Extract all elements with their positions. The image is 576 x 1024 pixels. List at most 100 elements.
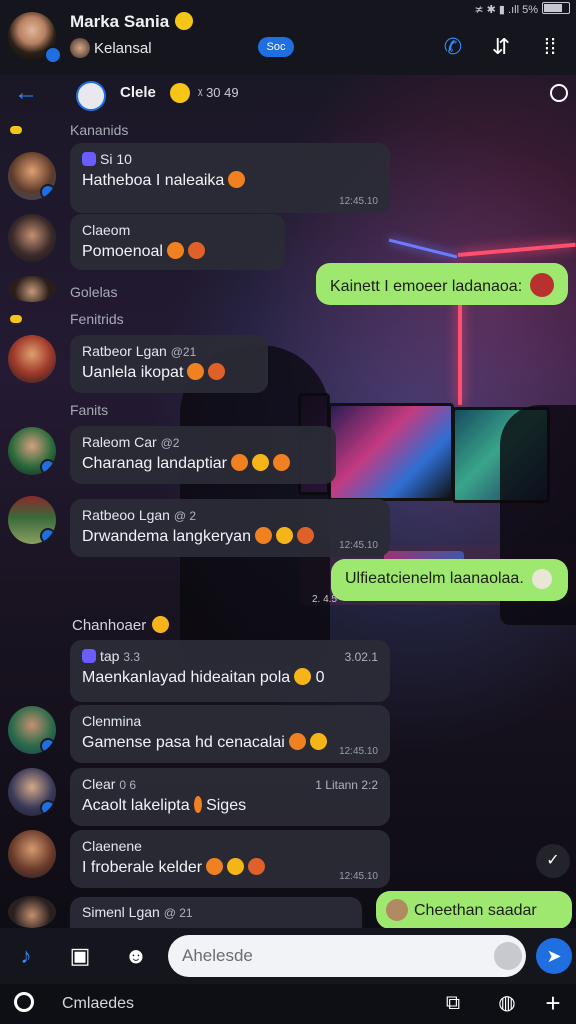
subtitle-avatar: [70, 38, 90, 58]
message-bubble[interactable]: Ratbeoo Lgan @ 2 Drwandema langkeryan 12…: [70, 499, 390, 557]
sticker-icon[interactable]: ▣: [64, 940, 96, 972]
status-bar: ≭ ✱ ▮ .ıll 5%: [474, 2, 570, 16]
outgoing-message[interactable]: Kainett I emoeer ladanaoa:: [316, 263, 568, 305]
badge-icon: [40, 184, 56, 200]
message-time: 2. 4.5: [312, 594, 338, 605]
back-arrow-icon[interactable]: ←: [14, 79, 38, 107]
send-icon[interactable]: ➤: [536, 938, 572, 974]
avatar[interactable]: [8, 496, 56, 544]
message-meta: @2: [160, 436, 180, 450]
outgoing-message[interactable]: Cheethan saadar: [376, 891, 572, 929]
message-text: Charanag landaptiar: [82, 454, 324, 473]
message-time: 12:45.10: [339, 540, 378, 551]
section-label: Fenitrids: [70, 311, 124, 327]
message-time: 3.02.1: [344, 650, 378, 664]
smile-emoji-icon: [170, 83, 190, 103]
message-bubble[interactable]: Claeom Pomoenoal: [70, 214, 285, 270]
messenger-badge-icon: [44, 46, 62, 64]
channel-extra: ᵡ 30 49: [198, 85, 239, 100]
emoji-face-icon[interactable]: ☻: [120, 940, 152, 972]
message-sender: Claenene: [82, 838, 142, 854]
message-text: Maenkanlayad hideaitan pola 0: [82, 668, 325, 686]
voice-icon[interactable]: [494, 942, 522, 970]
avatar[interactable]: [8, 427, 56, 475]
section-dot-icon: [10, 315, 22, 323]
avatar[interactable]: [8, 152, 56, 200]
avatar[interactable]: [8, 896, 56, 928]
message-text: Pomoenoal: [82, 242, 273, 261]
avatar[interactable]: [8, 830, 56, 878]
message-text: Uanlela ikopat: [82, 363, 256, 382]
message-meta: @ 21: [163, 906, 193, 920]
chat-icon[interactable]: ◍: [494, 990, 520, 1016]
emoji-icon: [166, 242, 184, 259]
composer-bar: ♪ ▣ ☻ ➤: [0, 928, 576, 984]
channel-bar: ← Clele ᵡ 30 49: [0, 75, 576, 113]
emoji-icon: [275, 527, 293, 544]
message-input[interactable]: [168, 935, 526, 977]
channel-name[interactable]: Clele: [120, 84, 156, 101]
emoji-icon: [228, 171, 246, 188]
section-label: Fanits: [70, 402, 109, 418]
battery-icon: [542, 2, 570, 14]
circle-icon[interactable]: [550, 84, 568, 102]
message-bubble[interactable]: Clenmina Gamense pasa hd cenacalai 12:45…: [70, 705, 390, 763]
badge-icon: [40, 459, 56, 475]
message-bubble[interactable]: Ratbeor Lgan @21 Uanlela ikopat: [70, 335, 268, 393]
message-text: Drwandema langkeryan: [82, 527, 378, 546]
message-text: Acaolt lakelipta Siges: [82, 796, 247, 814]
emoji-icon: [309, 733, 327, 750]
emoji-icon: [187, 242, 205, 259]
status-pill[interactable]: Soc: [258, 37, 294, 57]
gaming-sticker-icon: [530, 273, 555, 297]
message-bubble[interactable]: tap 3.3 3.02.1 Maenkanlayad hideaitan po…: [70, 640, 390, 702]
message-bubble[interactable]: Claenene I froberale kelder 12:45.10: [70, 830, 390, 888]
emoji-icon: [248, 858, 266, 875]
emoji-icon: [193, 796, 202, 813]
section-label: Chanhoaer: [72, 616, 170, 634]
message-text: Gamense pasa hd cenacalai: [82, 733, 378, 752]
avatar[interactable]: [8, 335, 56, 383]
sticker-icon: [531, 569, 552, 589]
avatar[interactable]: [8, 706, 56, 754]
smile-emoji-icon: [175, 12, 194, 30]
phone-icon[interactable]: ✆: [440, 34, 466, 60]
home-icon[interactable]: [14, 992, 34, 1012]
nav-label[interactable]: Cmlaedes: [62, 995, 134, 1013]
section-label: Golelas: [70, 284, 118, 300]
message-bubble[interactable]: Raleom Car @2 Charanag landaptiar: [70, 426, 336, 484]
message-meta: @ 2: [173, 509, 197, 523]
chat-title[interactable]: Marka Sania: [70, 12, 194, 32]
app-badge-icon: [82, 152, 96, 166]
mic-icon[interactable]: ♪: [10, 940, 42, 972]
emoji-icon: [296, 527, 314, 544]
scroll-down-button[interactable]: ✓: [536, 844, 570, 878]
copy-icon[interactable]: ⧉: [440, 990, 466, 1016]
badge-icon: [40, 528, 56, 544]
message-bubble[interactable]: Simenl Lgan @ 21: [70, 897, 362, 928]
message-sender: Si 10: [100, 151, 132, 167]
emoji-icon: [231, 454, 248, 471]
message-sender: Ratbeoo Lgan: [82, 507, 170, 523]
outgoing-message[interactable]: Ulfieatcienelm laanaolaa.: [331, 559, 568, 601]
message-bubble[interactable]: Si 10 Hatheboa I naleaika 12:45.10: [70, 143, 390, 213]
avatar[interactable]: [8, 768, 56, 816]
emoji-icon: [254, 527, 272, 544]
grid-menu-icon[interactable]: ⁞⁞: [537, 34, 563, 60]
message-sender: Ratbeor Lgan: [82, 343, 167, 359]
message-sender: Simenl Lgan: [82, 904, 160, 920]
avatar[interactable]: [8, 214, 56, 262]
message-time: 12:45.10: [339, 871, 378, 882]
emoji-icon: [187, 363, 205, 380]
avatar[interactable]: [8, 276, 56, 302]
plus-icon[interactable]: +: [540, 990, 566, 1016]
avatar: [386, 899, 408, 921]
share-icon[interactable]: ⇵: [488, 34, 514, 60]
channel-logo[interactable]: [76, 81, 106, 111]
message-bubble[interactable]: Clear 0 6 1 Litann 2:2 Acaolt lakelipta …: [70, 768, 390, 826]
emoji-icon: [273, 454, 290, 471]
badge-icon: [40, 738, 56, 754]
badge-icon: [40, 800, 56, 816]
emoji-icon: [227, 858, 245, 875]
message-sender: tap: [100, 648, 120, 664]
